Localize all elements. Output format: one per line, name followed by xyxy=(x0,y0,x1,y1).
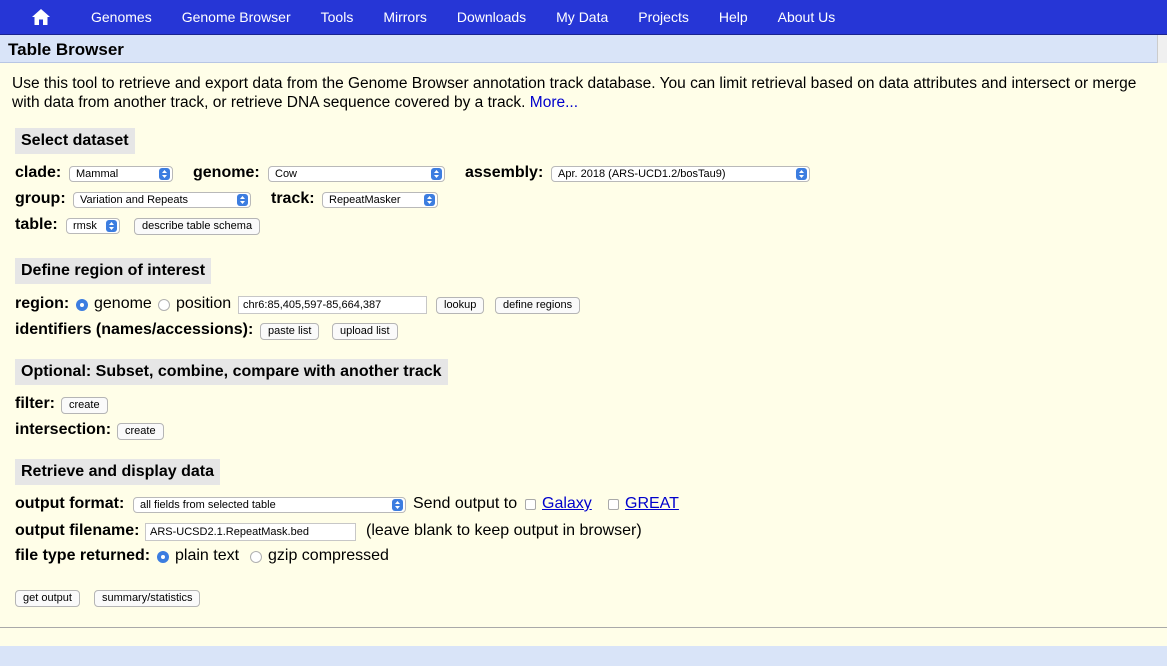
title-bar: Table Browser xyxy=(0,35,1167,63)
select-arrows-icon xyxy=(431,168,442,180)
filter-label: filter: xyxy=(15,395,55,412)
genome-value: Cow xyxy=(275,168,298,180)
section-divider xyxy=(0,627,1167,628)
clade-value: Mammal xyxy=(76,168,119,180)
page-title: Table Browser xyxy=(8,40,124,59)
great-checkbox[interactable] xyxy=(608,499,619,510)
lookup-button[interactable]: lookup xyxy=(436,297,485,314)
track-label: track: xyxy=(271,190,315,207)
table-value: rmsk xyxy=(73,220,97,232)
send-output-label: Send output to xyxy=(413,495,518,512)
output-format-label: output format: xyxy=(15,495,125,512)
section-optional: Optional: Subset, combine, compare with … xyxy=(15,359,448,385)
genome-label: genome: xyxy=(193,164,260,181)
nav-about-us[interactable]: About Us xyxy=(763,9,851,25)
nav-downloads[interactable]: Downloads xyxy=(442,9,541,25)
region-genome-option: genome xyxy=(94,295,152,312)
track-select[interactable]: RepeatMasker xyxy=(322,192,438,208)
clade-label: clade: xyxy=(15,164,62,181)
paste-list-button[interactable]: paste list xyxy=(260,323,320,340)
intro-text: Use this tool to retrieve and export dat… xyxy=(12,75,1142,112)
assembly-select[interactable]: Apr. 2018 (ARS-UCD1.2/bosTau9) xyxy=(551,166,810,182)
top-nav: Genomes Genome Browser Tools Mirrors Dow… xyxy=(0,0,1167,35)
region-label: region: xyxy=(15,295,70,312)
nav-mirrors[interactable]: Mirrors xyxy=(368,9,442,25)
clade-select[interactable]: Mammal xyxy=(69,166,173,182)
get-output-button[interactable]: get output xyxy=(15,590,80,607)
group-label: group: xyxy=(15,190,66,207)
output-filename-label: output filename: xyxy=(15,522,140,539)
great-link[interactable]: GREAT xyxy=(625,495,679,513)
intersection-create-button[interactable]: create xyxy=(117,423,164,440)
gzip-option: gzip compressed xyxy=(268,547,389,564)
assembly-label: assembly: xyxy=(465,164,544,181)
galaxy-link[interactable]: Galaxy xyxy=(542,495,592,513)
genome-select[interactable]: Cow xyxy=(268,166,445,182)
select-arrows-icon xyxy=(796,168,807,180)
upload-list-button[interactable]: upload list xyxy=(332,323,398,340)
identifiers-label: identifiers (names/accessions): xyxy=(15,321,254,338)
group-value: Variation and Repeats xyxy=(80,194,189,206)
galaxy-checkbox[interactable] xyxy=(525,499,536,510)
plain-text-option: plain text xyxy=(175,547,240,564)
region-position-option: position xyxy=(176,295,232,312)
position-input[interactable]: chr6:85,405,597-85,664,387 xyxy=(238,296,427,314)
gzip-radio[interactable] xyxy=(250,551,262,563)
filter-create-button[interactable]: create xyxy=(61,397,108,414)
plain-text-radio[interactable] xyxy=(157,551,169,563)
nav-my-data[interactable]: My Data xyxy=(541,9,623,25)
table-select[interactable]: rmsk xyxy=(66,218,120,234)
select-arrows-icon xyxy=(106,220,117,232)
select-arrows-icon xyxy=(237,194,248,206)
section-retrieve: Retrieve and display data xyxy=(15,459,220,485)
scrollbar[interactable] xyxy=(1157,35,1167,63)
more-link[interactable]: More... xyxy=(530,94,578,111)
group-select[interactable]: Variation and Repeats xyxy=(73,192,251,208)
output-format-value: all fields from selected table xyxy=(140,499,276,511)
output-filename-input[interactable]: ARS-UCSD2.1.RepeatMask.bed xyxy=(145,523,356,541)
nav-tools[interactable]: Tools xyxy=(306,9,369,25)
select-arrows-icon xyxy=(159,168,170,180)
next-section-header xyxy=(0,646,1167,666)
track-value: RepeatMasker xyxy=(329,194,401,206)
assembly-value: Apr. 2018 (ARS-UCD1.2/bosTau9) xyxy=(558,168,726,180)
nav-projects[interactable]: Projects xyxy=(623,9,704,25)
output-filename-hint: (leave blank to keep output in browser) xyxy=(366,522,642,539)
region-genome-radio[interactable] xyxy=(76,299,88,311)
file-type-label: file type returned: xyxy=(15,547,151,564)
nav-genome-browser[interactable]: Genome Browser xyxy=(167,9,306,25)
region-position-radio[interactable] xyxy=(158,299,170,311)
nav-genomes[interactable]: Genomes xyxy=(76,9,167,25)
output-format-select[interactable]: all fields from selected table xyxy=(133,497,406,513)
describe-table-schema-button[interactable]: describe table schema xyxy=(134,218,261,235)
section-define-region: Define region of interest xyxy=(15,258,212,284)
select-arrows-icon xyxy=(392,499,403,511)
define-regions-button[interactable]: define regions xyxy=(495,297,581,314)
section-select-dataset: Select dataset xyxy=(15,128,135,154)
nav-help[interactable]: Help xyxy=(704,9,763,25)
home-icon[interactable] xyxy=(29,6,53,28)
table-label: table: xyxy=(15,216,58,233)
intersection-label: intersection: xyxy=(15,421,112,438)
summary-statistics-button[interactable]: summary/statistics xyxy=(94,590,201,607)
select-arrows-icon xyxy=(424,194,435,206)
